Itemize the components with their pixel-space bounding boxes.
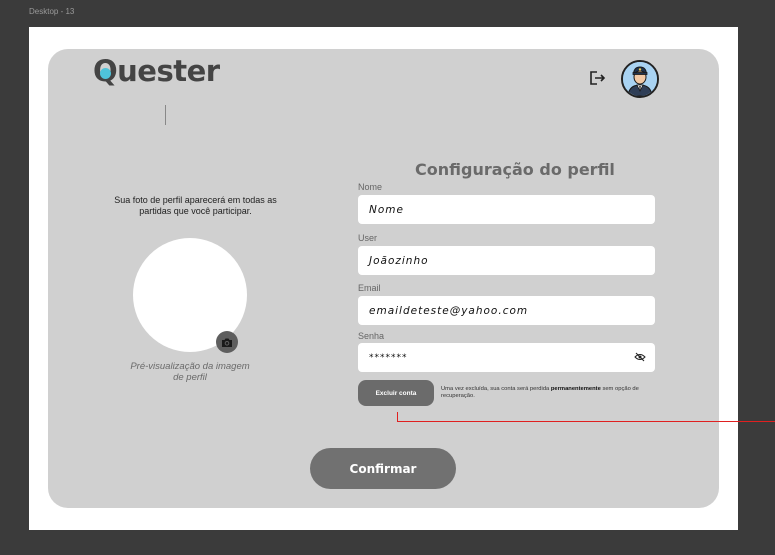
magnifier-lens-icon (100, 68, 111, 79)
frame-label: Desktop - 13 (29, 7, 75, 16)
name-field[interactable]: Nome (358, 195, 655, 224)
preview-caption: Pré-visualização da imagem de perfil (130, 361, 250, 383)
name-label: Nome (358, 182, 383, 192)
password-field[interactable]: ******* (358, 343, 655, 372)
email-label: Email (358, 283, 381, 293)
quester-logo[interactable]: Quester (93, 54, 220, 88)
user-field[interactable]: Joãozinho (358, 246, 655, 275)
logo-q: Q (93, 54, 118, 88)
eye-off-icon[interactable] (634, 351, 646, 363)
password-value: ******* (369, 352, 408, 363)
profile-card: Quester Sua foto de perfil aparecerá em … (48, 49, 719, 508)
profile-photo-description: Sua foto de perfil aparecerá em todas as… (114, 195, 277, 216)
delete-account-note: Uma vez excluída, sua conta será perdida… (441, 386, 639, 399)
user-avatar-icon[interactable] (621, 60, 659, 98)
form-title: Configuração do perfil (415, 160, 615, 179)
user-label: User (358, 233, 378, 243)
logout-icon[interactable] (588, 69, 606, 87)
delete-account-button[interactable]: Excluir conta (358, 380, 434, 406)
email-field[interactable]: emaildeteste@yahoo.com (358, 296, 655, 325)
delete-note-emphasis: permanentemente (550, 386, 601, 392)
password-label: Senha (358, 331, 385, 341)
text-cursor (165, 105, 166, 125)
annotation-line-horizontal (397, 421, 775, 422)
logo-text: uester (117, 54, 220, 88)
confirm-button[interactable]: Confirmar (310, 448, 456, 489)
camera-icon[interactable] (216, 331, 238, 353)
desktop-frame: Quester Sua foto de perfil aparecerá em … (29, 27, 738, 530)
